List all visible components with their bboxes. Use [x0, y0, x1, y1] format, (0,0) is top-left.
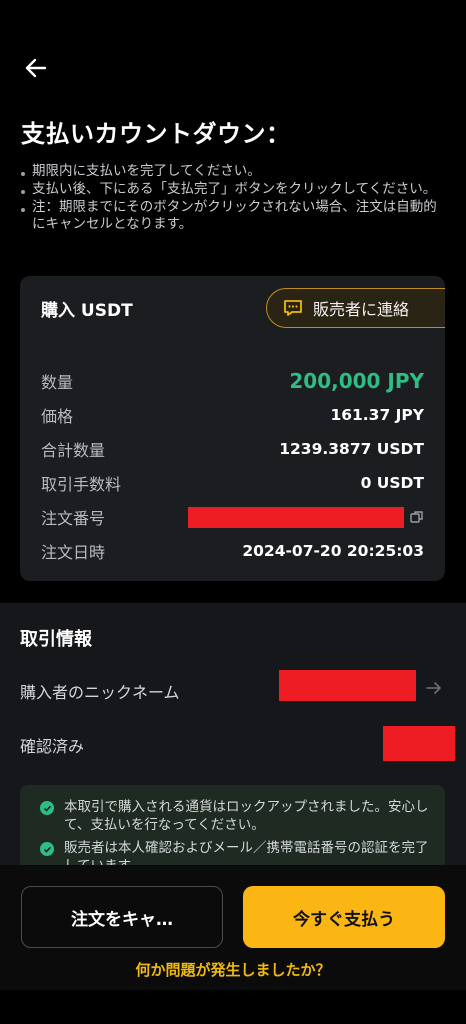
detail-label: 取引手数料: [41, 475, 122, 494]
page-title: 支払いカウントダウン：: [21, 120, 291, 148]
order-card: 購入 USDT 販売者に連絡 数量 200,000 JPY 価格 161.37 …: [20, 276, 445, 581]
instruction-item: 注：期限までにそのボタンがクリックされない場合、注文は自動的にキャンセルとなりま…: [20, 199, 442, 233]
contact-seller-label: 販売者に連絡: [313, 300, 410, 319]
instruction-item: 期限内に支払いを完了してください。: [20, 163, 442, 180]
check-circle-icon: [40, 842, 54, 856]
copy-icon[interactable]: [410, 510, 424, 524]
detail-row-order-number: 注文番号: [41, 500, 424, 534]
trade-info-title: 取引情報: [20, 629, 92, 650]
total-value: 1239.3877 USDT: [279, 440, 424, 458]
redacted-buyer-nickname: [279, 670, 416, 701]
detail-label: 数量: [41, 373, 74, 392]
detail-row-price: 価格 161.37 JPY: [41, 398, 424, 432]
back-button[interactable]: [20, 52, 52, 84]
report-problem-link[interactable]: 何か問題が発生しましたか？: [0, 959, 466, 980]
instructions: 期限内に支払いを完了してください。 支払い後、下にある「支払完了」ボタンをクリッ…: [20, 163, 442, 234]
detail-row-total: 合計数量 1239.3877 USDT: [41, 432, 424, 466]
instruction-item: 支払い後、下にある「支払完了」ボタンをクリックしてください。: [20, 181, 442, 198]
pay-now-button[interactable]: 今すぐ支払う: [243, 886, 445, 948]
chat-icon: [284, 300, 302, 316]
detail-row-order-date: 注文日時 2024-07-20 20:25:03: [41, 534, 424, 568]
order-date-value: 2024-07-20 20:25:03: [242, 542, 424, 560]
redacted-order-number: [188, 506, 404, 528]
detail-label: 注文日時: [41, 543, 106, 562]
arrow-right-icon[interactable]: [426, 681, 442, 695]
redacted-verified-info: [383, 726, 455, 761]
buyer-nickname-label: 購入者のニックネーム: [20, 683, 180, 702]
check-text: 本取引で購入される通貨はロックアップされました。安心して、支払いを行なってくださ…: [64, 799, 429, 833]
detail-label: 価格: [41, 407, 74, 426]
detail-label: 合計数量: [41, 441, 106, 460]
contact-seller-button[interactable]: 販売者に連絡: [266, 288, 445, 328]
system-nav-area: [0, 990, 466, 1024]
detail-label: 注文番号: [41, 509, 106, 528]
arrow-left-icon: [25, 58, 47, 78]
order-details: 数量 200,000 JPY 価格 161.37 JPY 合計数量 1239.3…: [41, 364, 424, 568]
verified-label: 確認済み: [20, 737, 85, 756]
detail-row-quantity: 数量 200,000 JPY: [41, 364, 424, 398]
check-circle-icon: [40, 801, 54, 815]
price-value: 161.37 JPY: [330, 406, 424, 424]
check-item: 本取引で購入される通貨はロックアップされました。安心して、支払いを行なってくださ…: [40, 798, 431, 834]
order-title: 購入 USDT: [41, 301, 133, 321]
trade-info-section: 取引情報 購入者のニックネーム 確認済み 本取引で購入される通貨はロックアップさ…: [0, 603, 466, 885]
order-number-value: [188, 506, 424, 528]
detail-row-fee: 取引手数料 0 USDT: [41, 466, 424, 500]
cancel-order-button[interactable]: 注文をキャ…: [21, 886, 223, 948]
fee-value: 0 USDT: [360, 474, 424, 492]
quantity-value: 200,000 JPY: [289, 369, 424, 393]
